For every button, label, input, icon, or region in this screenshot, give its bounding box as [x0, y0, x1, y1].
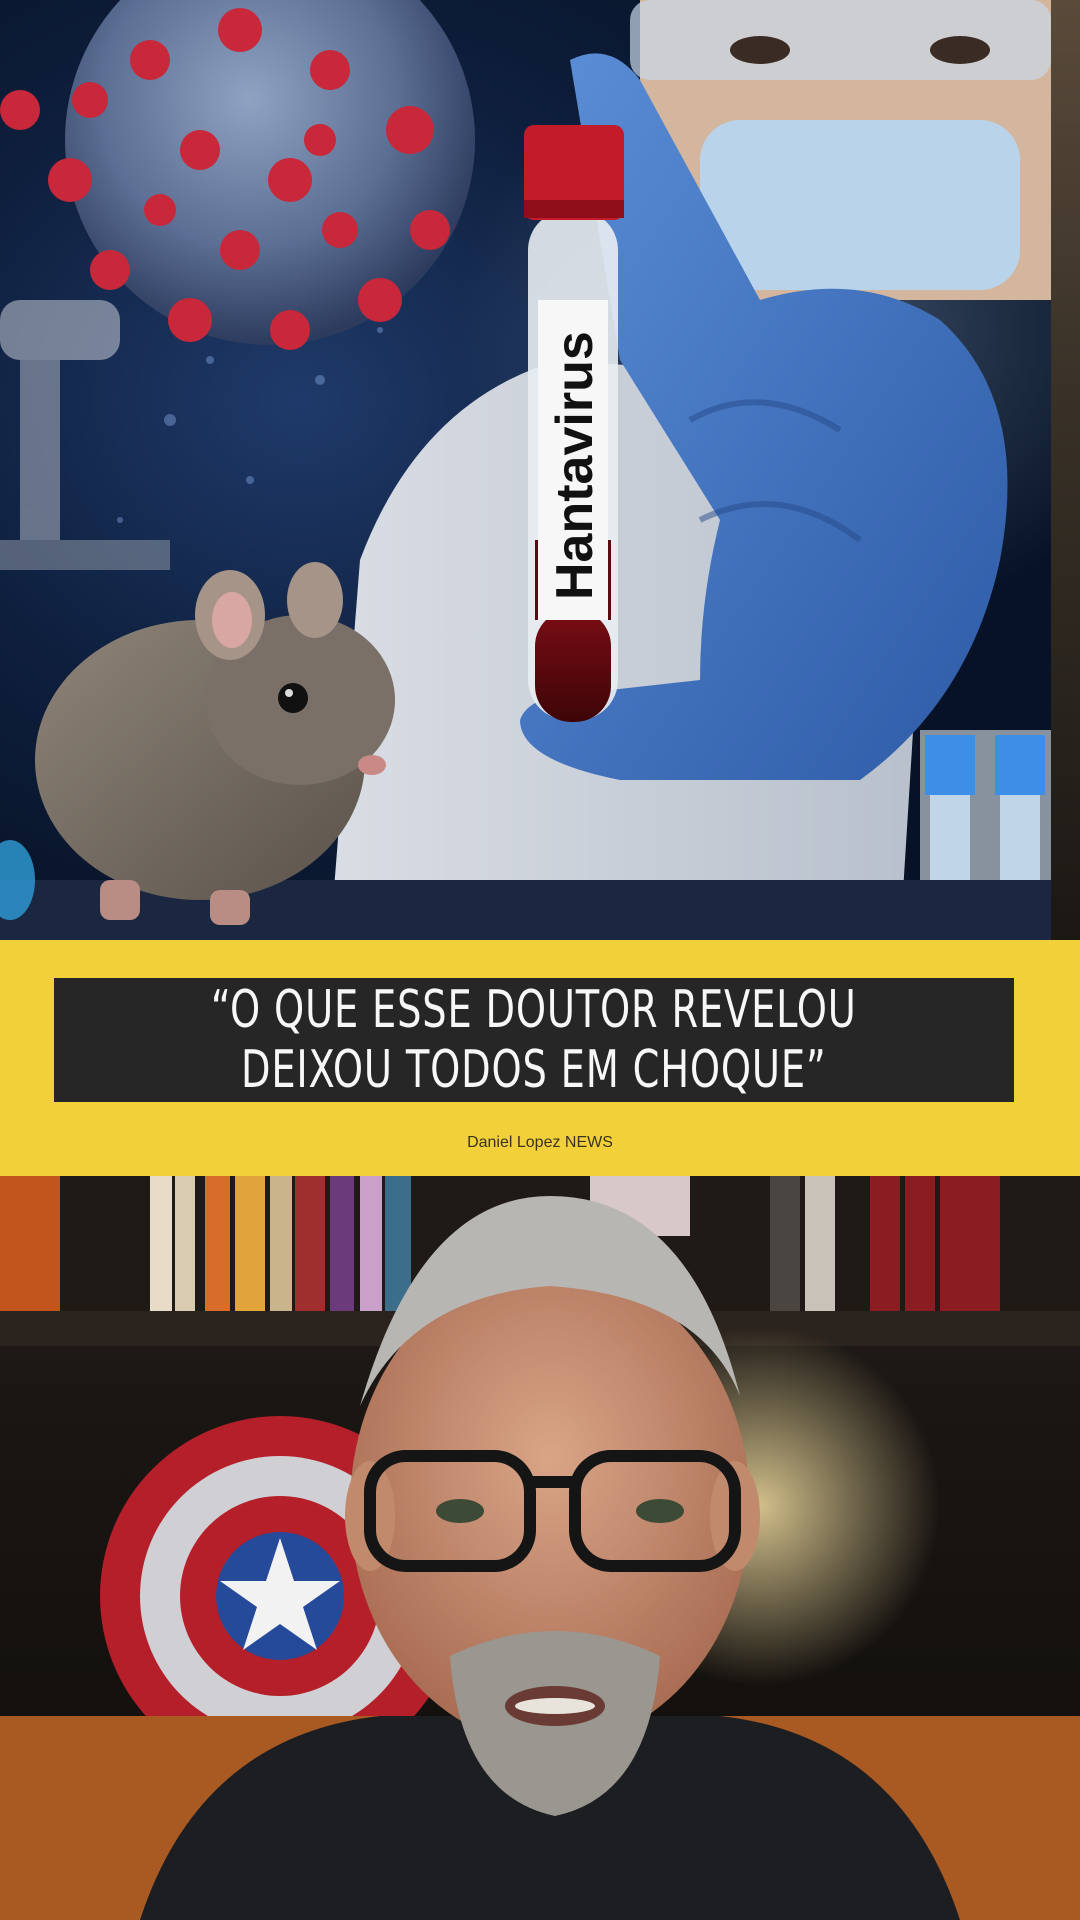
- bokeh-particles: [117, 327, 383, 523]
- illustration-art: Hantavirus: [0, 0, 1051, 940]
- headline-box: “O QUE ESSE DOUTOR REVELOU DEIXOU TODOS …: [54, 978, 1014, 1102]
- test-tube: Hantavirus: [524, 125, 624, 722]
- virus: [0, 0, 475, 350]
- right-edge-strip: [1051, 0, 1080, 940]
- microscope: [0, 300, 170, 570]
- presenter-video: [0, 1176, 1080, 1920]
- tube-label: Hantavirus: [546, 331, 604, 600]
- credit-text: Daniel Lopez NEWS: [467, 1134, 613, 1151]
- hantavirus-illustration: Hantavirus: [0, 0, 1051, 940]
- headline-banner: “O QUE ESSE DOUTOR REVELOU DEIXOU TODOS …: [0, 940, 1080, 1176]
- headline-text: “O QUE ESSE DOUTOR REVELOU DEIXOU TODOS …: [211, 980, 857, 1100]
- presenter-scene: [0, 1176, 1080, 1920]
